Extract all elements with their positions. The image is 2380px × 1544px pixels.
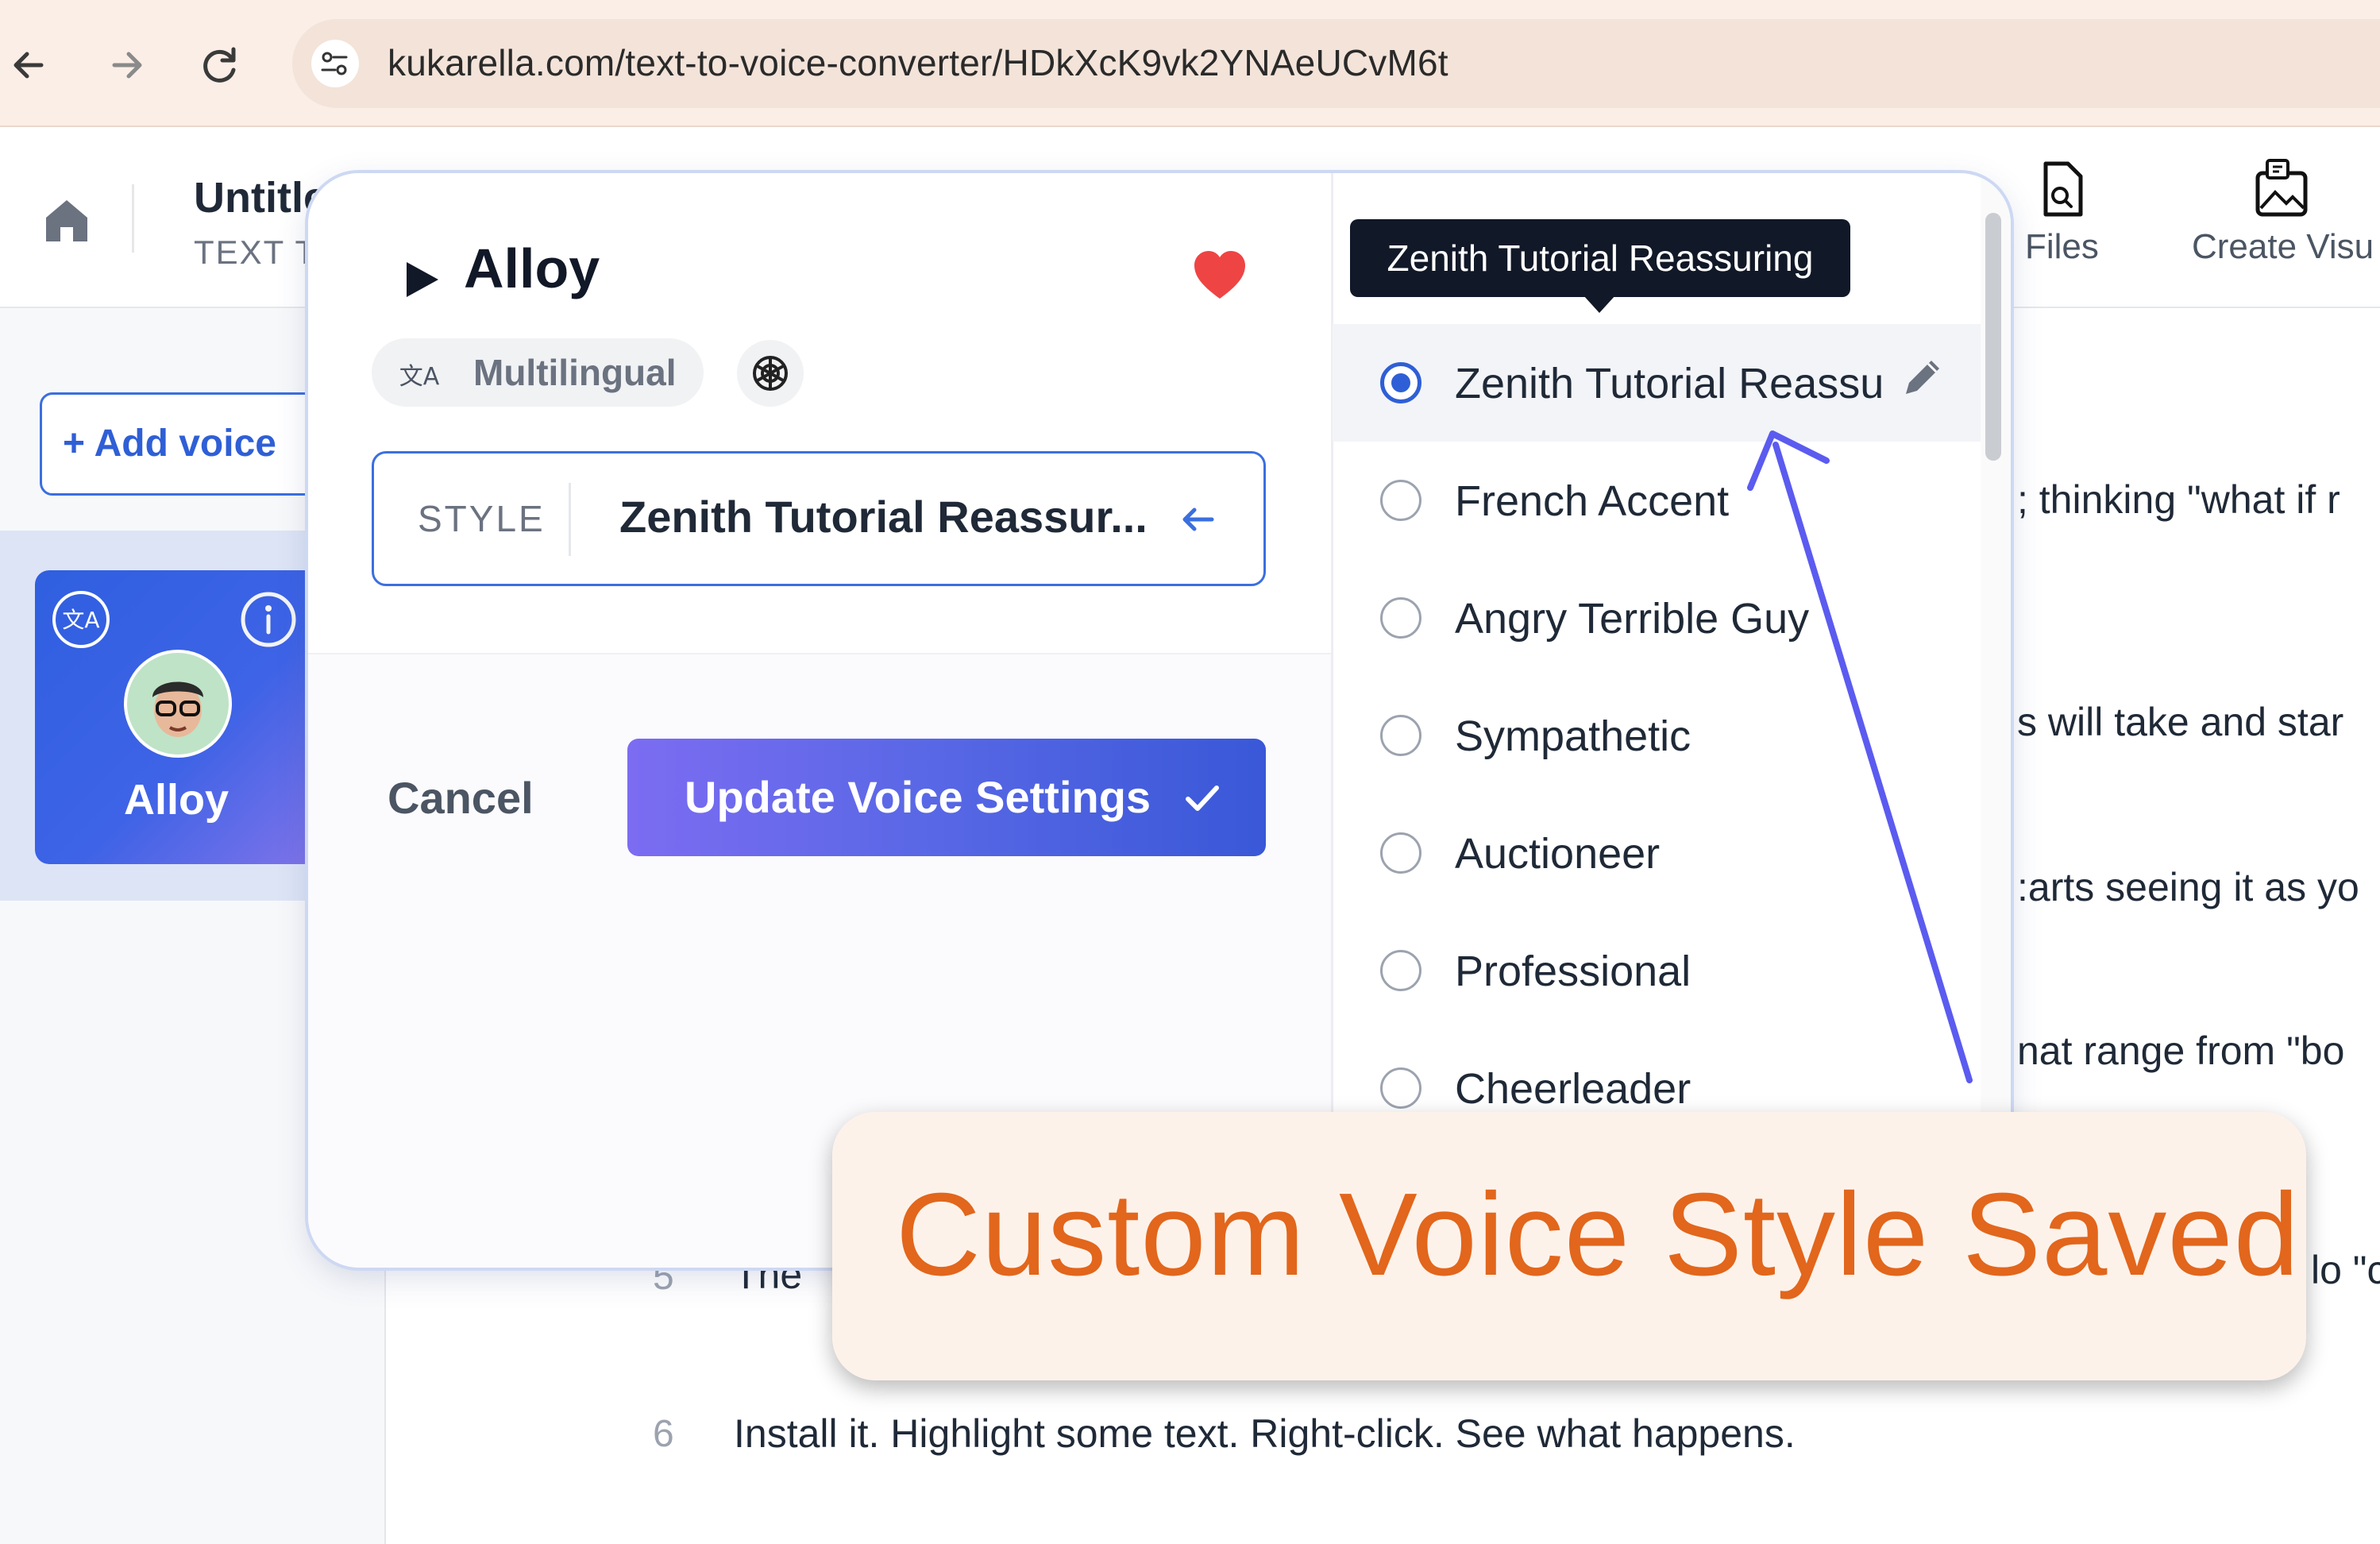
voice-card-name: Alloy [123, 776, 230, 824]
check-icon [1178, 775, 1226, 823]
heart-icon [1194, 251, 1245, 299]
svg-text:文A: 文A [399, 363, 440, 391]
style-option[interactable]: Professional [1333, 912, 1984, 1029]
radio-unselected[interactable] [1380, 597, 1421, 639]
reload-button[interactable] [191, 35, 251, 95]
radio-selected[interactable] [1380, 362, 1421, 403]
style-label: STYLE [418, 498, 546, 539]
translate-icon: 文A [399, 354, 440, 396]
editor-line-fragment: :arts seeing it as yo [2017, 865, 2359, 909]
info-icon[interactable] [238, 589, 299, 650]
reload-icon [203, 47, 236, 83]
home-button[interactable] [35, 189, 98, 253]
home-icon [46, 200, 87, 241]
header-divider [132, 184, 134, 253]
arrow-left-icon [14, 52, 44, 79]
update-voice-settings-button[interactable]: Update Voice Settings [627, 739, 1266, 856]
arrow-left-icon [1182, 508, 1214, 531]
style-option[interactable]: Zenith Tutorial Reassu [1333, 324, 1984, 442]
style-option-label: Angry Terrible Guy [1455, 595, 1810, 643]
toolbar-files-button[interactable]: Files [2025, 156, 2099, 267]
style-field-divider [569, 483, 571, 556]
style-value: Zenith Tutorial Reassur... [619, 492, 1148, 542]
scrollbar-thumb[interactable] [1985, 213, 2001, 461]
editor-line-fragment: nat range from "bo [2017, 1029, 2345, 1073]
radio-unselected[interactable] [1380, 715, 1421, 756]
url-text[interactable]: kukarella.com/text-to-voice-converter/HD… [388, 41, 1448, 84]
toolbar-files-label: Files [2025, 227, 2099, 266]
line-number: 6 [653, 1413, 674, 1455]
callout-text: Custom Voice Style Saved [896, 1169, 2300, 1300]
style-option-label: French Accent [1455, 477, 1730, 525]
style-option[interactable]: Angry Terrible Guy [1333, 559, 1984, 677]
cancel-button[interactable]: Cancel [388, 772, 534, 824]
favorite-button[interactable] [1188, 245, 1252, 308]
editor-line: Install it. Highlight some text. Right-c… [734, 1411, 1796, 1456]
openai-icon [737, 340, 804, 407]
forward-button[interactable] [95, 35, 156, 95]
radio-unselected[interactable] [1380, 480, 1421, 521]
editor-line-fragment: lo "c [2311, 1248, 2380, 1292]
back-button[interactable] [0, 35, 60, 95]
radio-unselected[interactable] [1380, 950, 1421, 991]
editor-line-fragment: s will take and star [2017, 700, 2344, 744]
style-option-label: Cheerleader [1455, 1065, 1691, 1113]
style-option-label: Auctioneer [1455, 830, 1661, 878]
play-button[interactable] [395, 254, 446, 305]
style-back-button[interactable] [1172, 494, 1223, 545]
style-tooltip: Zenith Tutorial Reassuring [1350, 219, 1850, 297]
play-icon [407, 262, 438, 297]
editor-line-fragment: ; thinking "what if r [2017, 477, 2340, 522]
toolbar-create-visual-label: Create Visu [2192, 227, 2374, 266]
document-title[interactable]: Untitle [194, 173, 327, 222]
arrow-right-icon [112, 52, 142, 79]
toolbar-create-visual-button[interactable]: Create Visu [2192, 156, 2374, 267]
style-option[interactable]: Auctioneer [1333, 794, 1984, 912]
radio-unselected[interactable] [1380, 1067, 1421, 1109]
radio-unselected[interactable] [1380, 832, 1421, 874]
voice-settings-popup: Alloy Multilingual 文A STYLE Zenith Tutor… [308, 173, 2011, 1268]
tune-icon [321, 52, 348, 75]
translate-icon: 文A [49, 588, 113, 651]
site-settings-button[interactable] [311, 40, 359, 87]
style-option-label: Professional [1455, 948, 1691, 995]
document-subtitle: TEXT T [194, 234, 318, 271]
edit-style-button[interactable] [1896, 353, 1947, 403]
style-option-label: Zenith Tutorial Reassu [1455, 360, 1884, 407]
avatar [124, 650, 232, 758]
pencil-icon [1906, 361, 1939, 394]
image-plus-icon [2255, 159, 2308, 217]
voice-name: Alloy [464, 237, 600, 299]
tooltip-pointer [1583, 295, 1615, 313]
svg-text:文A: 文A [62, 607, 99, 633]
style-option[interactable]: French Accent [1333, 442, 1984, 559]
file-search-icon [2043, 161, 2083, 217]
style-option[interactable]: Sympathetic [1333, 677, 1984, 794]
style-option-label: Sympathetic [1455, 712, 1691, 760]
